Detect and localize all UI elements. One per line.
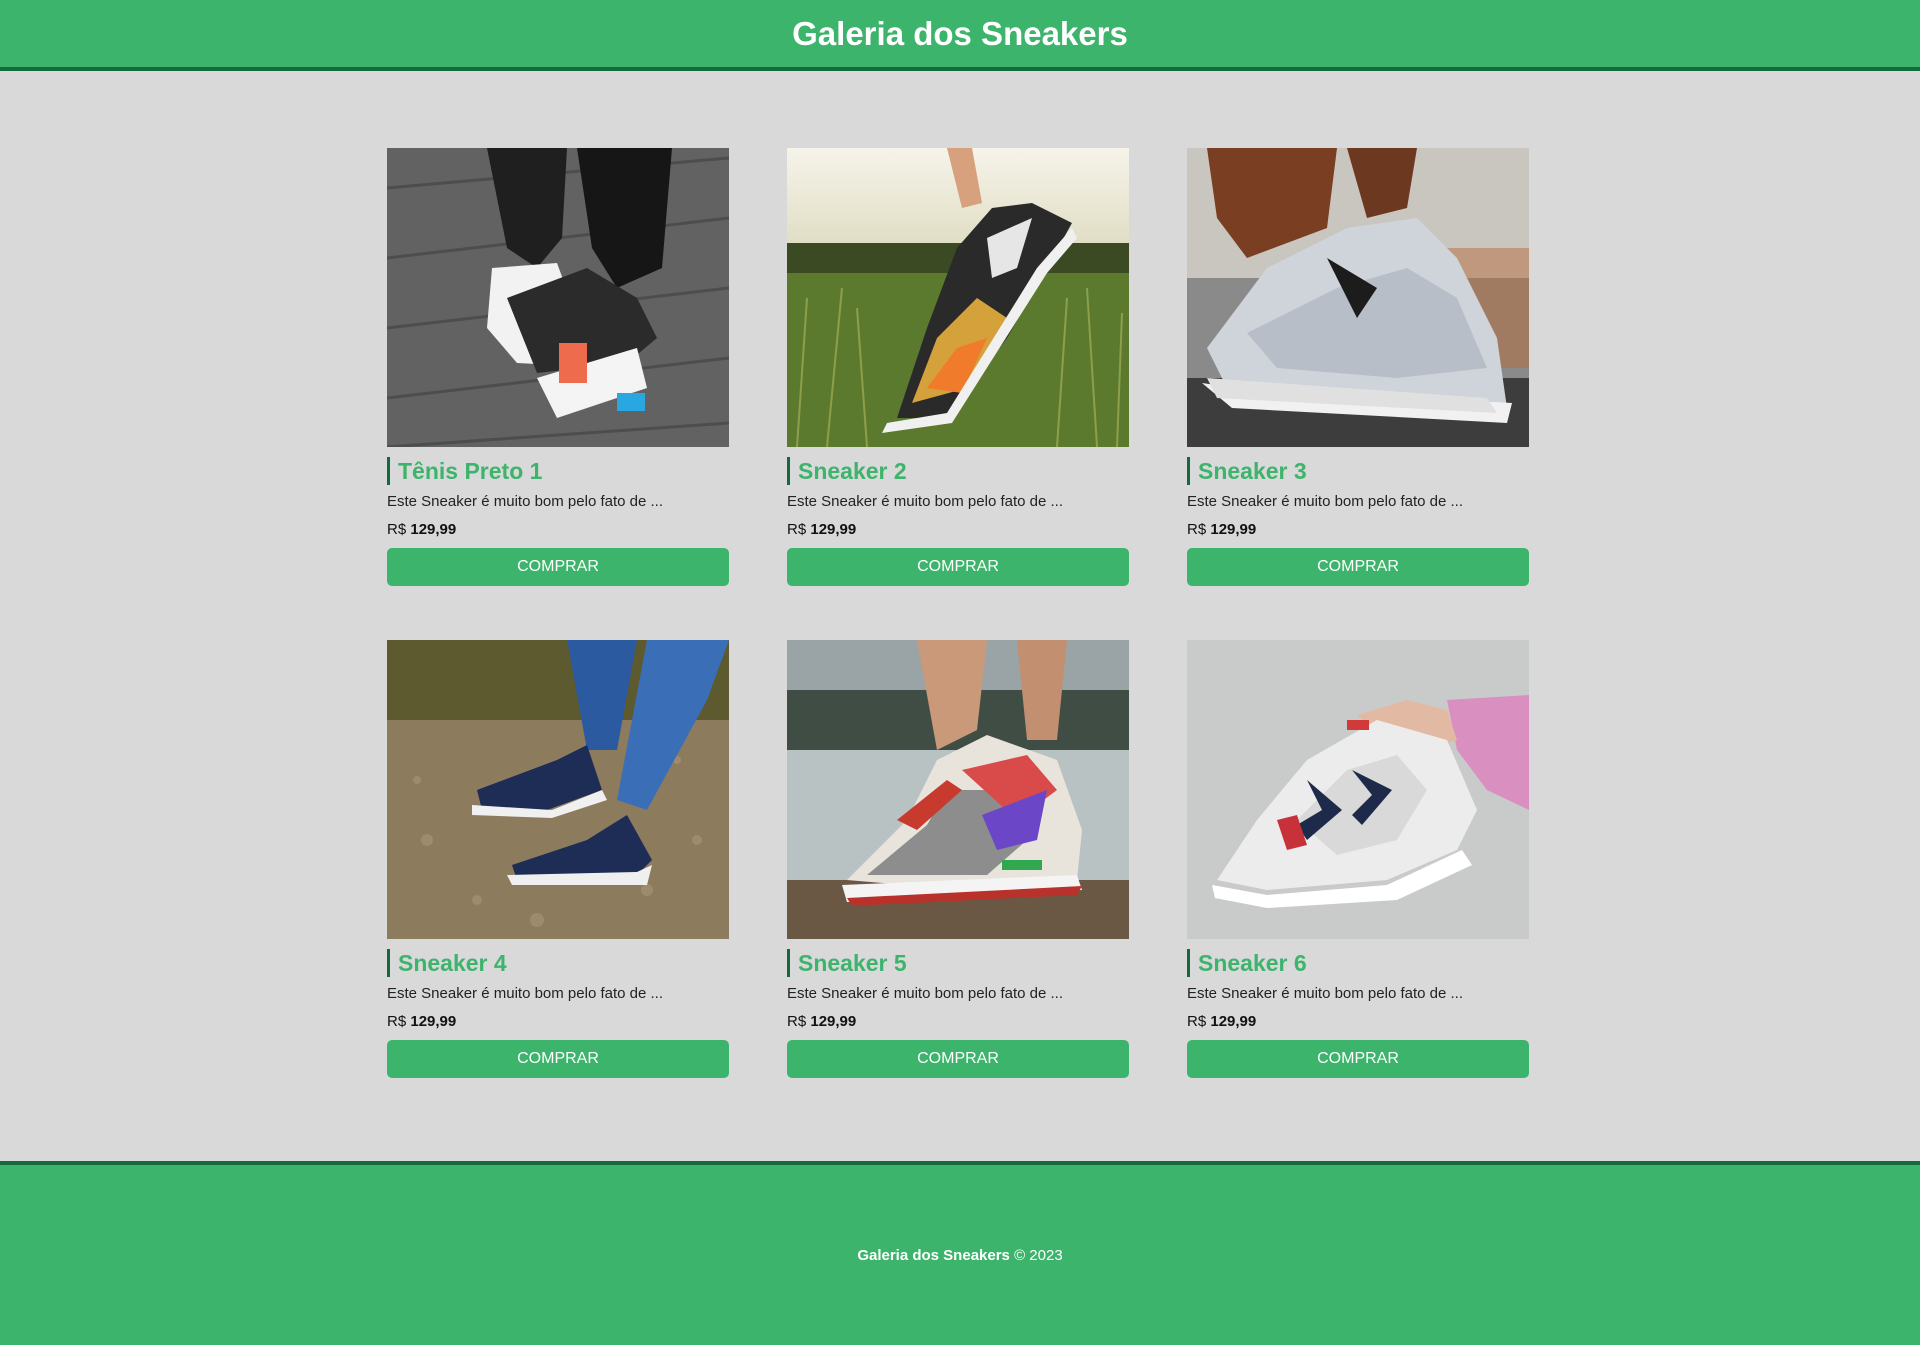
product-image — [387, 640, 729, 939]
product-description: Este Sneaker é muito bom pelo fato de ..… — [1187, 985, 1463, 1002]
price-value: 129,99 — [1210, 521, 1257, 538]
price-value: 129,99 — [410, 521, 457, 538]
price-currency: R$ — [387, 1013, 407, 1030]
product-price: R$ 129,99 — [387, 521, 729, 539]
footer-text: Galeria dos Sneakers © 2023 — [857, 1247, 1062, 1264]
product-image — [1187, 640, 1529, 939]
price-currency: R$ — [787, 1013, 807, 1030]
product-name: Sneaker 5 — [787, 949, 1129, 977]
price-currency: R$ — [1187, 521, 1207, 538]
buy-button[interactable]: COMPRAR — [787, 1040, 1129, 1078]
site-footer: Galeria dos Sneakers © 2023 — [0, 1161, 1920, 1345]
price-value: 129,99 — [810, 521, 857, 538]
product-description: Este Sneaker é muito bom pelo fato de ..… — [387, 985, 663, 1002]
site-header: Galeria dos Sneakers — [0, 0, 1920, 71]
footer-brand: Galeria dos Sneakers — [857, 1246, 1010, 1264]
product-card: Sneaker 6 Este Sneaker é muito bom pelo … — [1187, 640, 1529, 1078]
product-price: R$ 129,99 — [787, 521, 1129, 539]
product-name: Sneaker 3 — [1187, 457, 1529, 485]
site-title: Galeria dos Sneakers — [792, 14, 1128, 52]
product-image — [387, 148, 729, 447]
product-image — [787, 640, 1129, 939]
price-value: 129,99 — [410, 1013, 457, 1030]
product-description: Este Sneaker é muito bom pelo fato de ..… — [1187, 493, 1463, 510]
price-currency: R$ — [1187, 1013, 1207, 1030]
product-card: Tênis Preto 1 Este Sneaker é muito bom p… — [387, 148, 729, 586]
product-card: Sneaker 5 Este Sneaker é muito bom pelo … — [787, 640, 1129, 1078]
product-name: Tênis Preto 1 — [387, 457, 729, 485]
product-card: Sneaker 3 Este Sneaker é muito bom pelo … — [1187, 148, 1529, 586]
buy-button[interactable]: COMPRAR — [1187, 1040, 1529, 1078]
product-name: Sneaker 4 — [387, 949, 729, 977]
product-description: Este Sneaker é muito bom pelo fato de ..… — [387, 493, 663, 510]
product-name: Sneaker 6 — [1187, 949, 1529, 977]
product-description: Este Sneaker é muito bom pelo fato de ..… — [787, 985, 1063, 1002]
product-gallery: Tênis Preto 1 Este Sneaker é muito bom p… — [387, 148, 1531, 1078]
product-description: Este Sneaker é muito bom pelo fato de ..… — [787, 493, 1063, 510]
buy-button[interactable]: COMPRAR — [1187, 548, 1529, 586]
product-price: R$ 129,99 — [787, 1013, 1129, 1031]
product-image — [787, 148, 1129, 447]
buy-button[interactable]: COMPRAR — [787, 548, 1129, 586]
price-value: 129,99 — [810, 1013, 857, 1030]
product-name: Sneaker 2 — [787, 457, 1129, 485]
product-image — [1187, 148, 1529, 447]
product-card: Sneaker 2 Este Sneaker é muito bom pelo … — [787, 148, 1129, 586]
buy-button[interactable]: COMPRAR — [387, 548, 729, 586]
price-currency: R$ — [387, 521, 407, 538]
product-price: R$ 129,99 — [1187, 1013, 1529, 1031]
price-currency: R$ — [787, 521, 807, 538]
footer-copyright: © 2023 — [1014, 1246, 1063, 1264]
price-value: 129,99 — [1210, 1013, 1257, 1030]
product-price: R$ 129,99 — [1187, 521, 1529, 539]
buy-button[interactable]: COMPRAR — [387, 1040, 729, 1078]
product-price: R$ 129,99 — [387, 1013, 729, 1031]
product-card: Sneaker 4 Este Sneaker é muito bom pelo … — [387, 640, 729, 1078]
